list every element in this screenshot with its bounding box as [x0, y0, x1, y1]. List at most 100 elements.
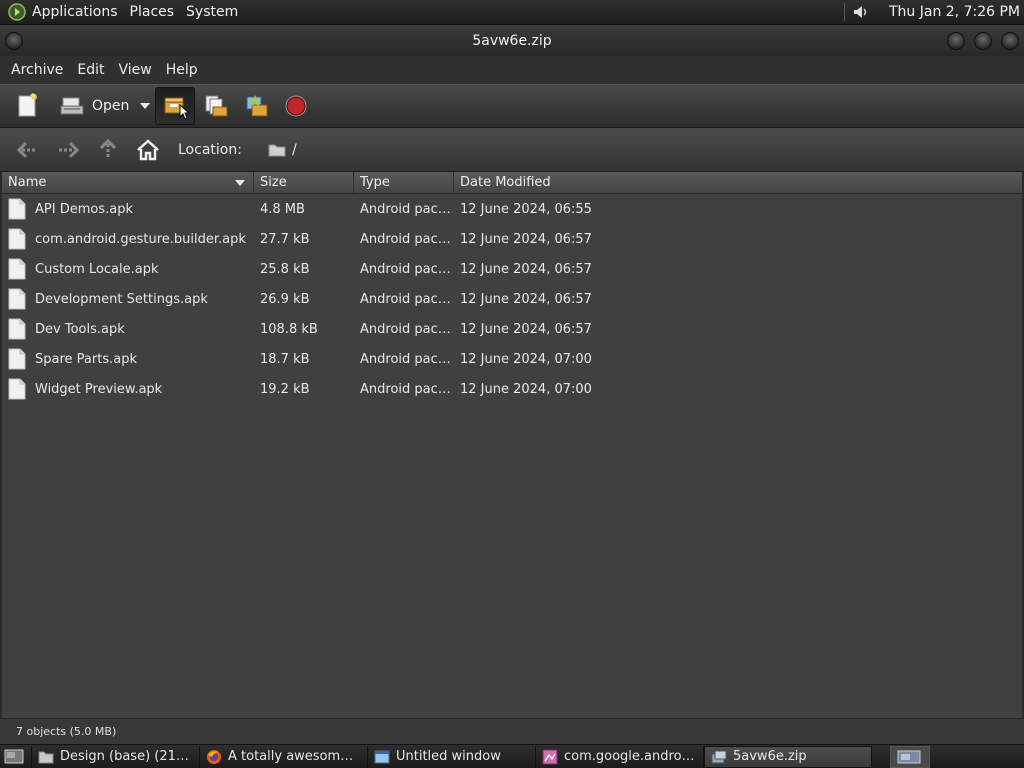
workspace-switcher[interactable]	[890, 745, 930, 768]
task-design[interactable]: Design (base) (21 ap…	[32, 745, 200, 768]
task-firefox[interactable]: A totally awesome li…	[200, 745, 368, 768]
open-button[interactable]: Open	[56, 87, 133, 125]
home-button[interactable]	[128, 132, 168, 168]
menu-edit[interactable]: Edit	[70, 62, 111, 78]
extract-icon	[164, 97, 190, 119]
menu-view[interactable]: View	[112, 62, 159, 78]
location-label: Location:	[178, 141, 242, 158]
file-date-modified: 12 June 2024, 06:57	[460, 291, 592, 307]
extract-button[interactable]	[155, 87, 196, 125]
add-files-icon	[205, 95, 228, 117]
task-archive-active[interactable]: 5avw6e.zip	[704, 745, 872, 768]
window-menu-button[interactable]	[5, 32, 23, 50]
column-header-date-modified[interactable]: Date Modified	[454, 172, 1022, 193]
file-name: Dev Tools.apk	[35, 321, 125, 337]
file-row[interactable]: Dev Tools.apk 108.8 kB Android pac… 12 June…	[2, 314, 1022, 344]
file-row[interactable]: Spare Parts.apk 18.7 kB Android pac… 12 Jun…	[2, 344, 1022, 374]
clock[interactable]: Thu Jan 2, 7:26 PM	[883, 4, 1024, 20]
file-date-modified: 12 June 2024, 06:57	[460, 321, 592, 337]
file-name-cell: com.android.gesture.builder.apk	[2, 228, 254, 250]
file-row[interactable]: Widget Preview.apk 19.2 kB Android pac… 12 …	[2, 374, 1022, 404]
add-folder-button[interactable]	[237, 87, 275, 125]
sort-descending-icon	[235, 180, 245, 186]
folder-icon	[38, 751, 54, 763]
folder-icon	[268, 144, 286, 156]
file-row[interactable]: Custom Locale.apk 25.8 kB Android pac… 12 J…	[2, 254, 1022, 284]
open-dropdown-arrow-icon[interactable]	[135, 87, 155, 125]
file-date-modified: 12 June 2024, 06:57	[460, 261, 592, 277]
file-size: 25.8 kB	[260, 261, 310, 277]
menu-archive[interactable]: Archive	[4, 62, 70, 78]
file-type: Android pac…	[360, 321, 451, 337]
file-list-header: Name Size Type Date Modified	[2, 172, 1022, 194]
task-untitled-window[interactable]: Untitled window	[368, 745, 536, 768]
file-type: Android pac…	[360, 381, 451, 397]
archive-icon	[711, 750, 727, 763]
file-row[interactable]: Development Settings.apk 26.9 kB Android p…	[2, 284, 1022, 314]
file-list: Name Size Type Date Modified API Demos.a…	[0, 172, 1024, 718]
file-name: com.android.gesture.builder.apk	[35, 231, 246, 247]
file-date-modified: 12 June 2024, 06:55	[460, 201, 592, 217]
panel-separator	[844, 3, 845, 21]
firefox-icon	[207, 749, 221, 764]
menu-help[interactable]: Help	[159, 62, 205, 78]
back-arrow-icon	[16, 141, 37, 158]
window-icon	[374, 750, 390, 763]
add-files-button[interactable]	[197, 87, 235, 125]
window-titlebar[interactable]: 5avw6e.zip	[0, 26, 1024, 56]
workspace-icon	[897, 750, 921, 763]
column-header-name[interactable]: Name	[2, 172, 254, 193]
column-header-type[interactable]: Type	[354, 172, 454, 193]
back-button[interactable]	[8, 132, 48, 168]
volume-icon[interactable]	[851, 2, 871, 22]
file-icon	[8, 258, 26, 280]
file-type: Android pac…	[360, 231, 451, 247]
stop-button[interactable]	[277, 87, 315, 125]
file-row[interactable]: com.android.gesture.builder.apk 27.7 kB An…	[2, 224, 1022, 254]
file-icon	[8, 318, 26, 340]
column-header-size[interactable]: Size	[254, 172, 354, 193]
new-archive-button[interactable]	[8, 87, 46, 125]
location-path-text: /	[291, 141, 297, 158]
file-size: 26.9 kB	[260, 291, 310, 307]
location-path[interactable]: /	[268, 142, 297, 158]
home-icon	[137, 138, 159, 160]
file-date-modified: 12 June 2024, 07:00	[460, 351, 592, 367]
up-arrow-icon	[99, 138, 117, 159]
file-rows: API Demos.apk 4.8 MB Android pac… 12 June 2…	[2, 194, 1022, 404]
minimize-button[interactable]	[947, 32, 965, 50]
top-panel: Applications Places System Thu Jan 2, 7:…	[0, 0, 1024, 25]
file-icon	[8, 378, 26, 400]
task-com-google[interactable]: com.google.androi…	[536, 745, 704, 768]
file-name-cell: Widget Preview.apk	[2, 378, 254, 400]
file-size: 18.7 kB	[260, 351, 310, 367]
file-icon	[8, 288, 26, 310]
forward-button[interactable]	[48, 132, 88, 168]
stop-icon	[285, 95, 307, 117]
up-button[interactable]	[88, 132, 128, 168]
file-type: Android pac…	[360, 261, 451, 277]
file-name: Spare Parts.apk	[35, 351, 137, 367]
close-button[interactable]	[1001, 32, 1019, 50]
file-row[interactable]: API Demos.apk 4.8 MB Android pac… 12 June 2…	[2, 194, 1022, 224]
image-icon	[542, 749, 558, 764]
file-type: Android pac…	[360, 351, 451, 367]
maximize-button[interactable]	[974, 32, 992, 50]
file-name: Widget Preview.apk	[35, 381, 163, 397]
location-bar: Location: /	[0, 128, 1024, 172]
system-menu[interactable]: System	[180, 0, 244, 25]
distro-logo-icon[interactable]	[8, 3, 26, 21]
show-desktop-button[interactable]	[0, 745, 32, 768]
file-icon	[8, 228, 26, 250]
file-name: Custom Locale.apk	[35, 261, 159, 277]
file-name: Development Settings.apk	[35, 291, 208, 307]
file-type: Android pac…	[360, 201, 451, 217]
new-archive-icon	[18, 93, 37, 117]
applications-menu[interactable]: Applications	[26, 0, 124, 25]
file-name-cell: API Demos.apk	[2, 198, 254, 220]
window-title: 5avw6e.zip	[472, 33, 552, 49]
show-desktop-icon	[4, 749, 24, 763]
add-folder-icon	[246, 95, 268, 117]
places-menu[interactable]: Places	[124, 0, 181, 25]
menubar: Archive Edit View Help	[0, 56, 1024, 84]
